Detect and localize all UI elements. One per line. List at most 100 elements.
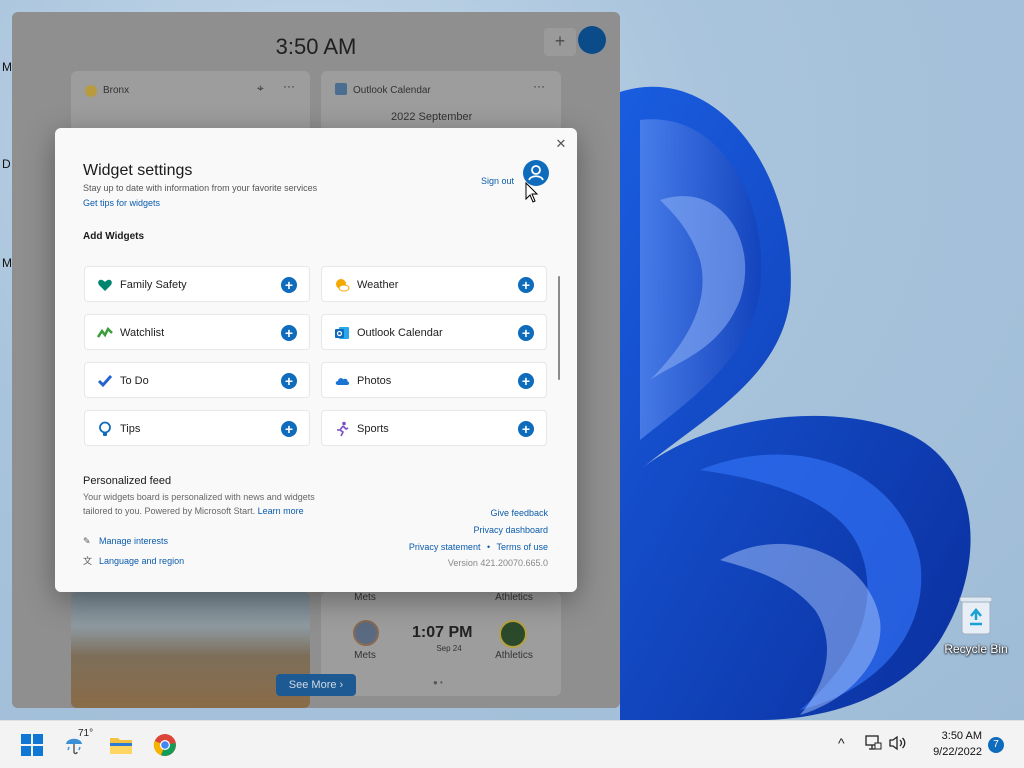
- sun-cloud-icon: [336, 279, 350, 292]
- sports-game-time: 1:07 PM: [412, 624, 473, 641]
- calendar-card-title: Outlook Calendar: [353, 85, 431, 96]
- privacy-statement-link[interactable]: Privacy statement: [409, 542, 481, 552]
- volume-icon[interactable]: [888, 734, 908, 755]
- weather-card[interactable]: Bronx ⌖ ···: [71, 71, 310, 131]
- calendar-month: 2022 September: [391, 111, 473, 123]
- chrome-icon: [153, 734, 176, 756]
- privacy-dashboard-link[interactable]: Privacy dashboard: [473, 525, 548, 535]
- close-button[interactable]: ✕: [553, 136, 569, 152]
- sports-team-left: Mets: [354, 592, 376, 603]
- add-to-do-button[interactable]: To Do +: [84, 362, 310, 398]
- pencil-icon: ✎: [83, 536, 91, 546]
- weather-icon: [85, 85, 97, 97]
- scrollbar[interactable]: [558, 276, 560, 380]
- add-weather-button[interactable]: Weather +: [321, 266, 547, 302]
- dialog-subtitle: Stay up to date with information from yo…: [83, 183, 318, 193]
- plus-icon: +: [518, 373, 534, 389]
- notification-badge[interactable]: 7: [988, 737, 1004, 753]
- windows-logo-icon: [21, 734, 43, 756]
- clock-date[interactable]: 9/22/2022: [912, 746, 982, 758]
- plus-icon: +: [518, 421, 534, 437]
- recycle-bin-label: Recycle Bin: [944, 642, 1008, 656]
- sports-card[interactable]: Mets Athletics 1:07 PM Sep 24 Mets Athle…: [321, 592, 561, 696]
- plus-icon: +: [281, 421, 297, 437]
- athletics-logo: [499, 620, 527, 648]
- chevron-up-icon[interactable]: ^: [838, 735, 845, 751]
- widget-label: Weather: [357, 279, 399, 291]
- translate-icon: 文: [83, 556, 93, 566]
- learn-more-link[interactable]: Learn more: [258, 506, 304, 516]
- personalized-feed-description: Your widgets board is personalized with …: [83, 492, 315, 516]
- stock-chart-icon: [97, 326, 113, 338]
- sports-team-left: Mets: [354, 650, 376, 661]
- add-widget-plus-button[interactable]: +: [544, 28, 576, 56]
- mouse-cursor-icon: [525, 181, 539, 209]
- sports-team-right: Athletics: [495, 650, 533, 661]
- widget-label: Outlook Calendar: [357, 327, 443, 339]
- lightbulb-icon: [99, 421, 111, 436]
- add-sports-button[interactable]: Sports +: [321, 410, 547, 446]
- pin-icon[interactable]: ⌖: [257, 81, 264, 96]
- manage-interests-link[interactable]: ✎ Manage interests: [83, 536, 168, 547]
- board-time: 3:50 AM: [275, 34, 357, 59]
- add-family-safety-button[interactable]: Family Safety +: [84, 266, 310, 302]
- heart-icon: [98, 279, 112, 291]
- add-outlook-calendar-button[interactable]: Outlook Calendar +: [321, 314, 547, 350]
- news-image-card[interactable]: [71, 592, 310, 708]
- weather-card-location: Bronx: [103, 85, 130, 96]
- desktop-edge-letter: D: [2, 157, 11, 171]
- legal-links: Privacy statement • Terms of use: [409, 542, 548, 552]
- widget-settings-dialog: ✕ Widget settings Stay up to date with i…: [55, 128, 577, 592]
- outlook-icon: [335, 83, 347, 95]
- sports-game-date: Sep 24: [436, 644, 462, 653]
- plus-icon: +: [518, 325, 534, 341]
- pager-dots[interactable]: ● •: [433, 678, 443, 687]
- version-text: Version 421.20070.665.0: [447, 558, 548, 568]
- add-watchlist-button[interactable]: Watchlist +: [84, 314, 310, 350]
- tips-link[interactable]: Get tips for widgets: [83, 198, 160, 208]
- plus-icon: +: [281, 373, 297, 389]
- add-tips-button[interactable]: Tips +: [84, 410, 310, 446]
- link-separator: •: [486, 542, 491, 552]
- chrome-button[interactable]: [153, 733, 177, 757]
- terms-of-use-link[interactable]: Terms of use: [496, 542, 548, 552]
- sports-team-right: Athletics: [495, 592, 533, 603]
- personalized-feed-heading: Personalized feed: [83, 475, 172, 487]
- language-region-link[interactable]: 文 Language and region: [83, 554, 184, 567]
- add-photos-button[interactable]: Photos +: [321, 362, 547, 398]
- desktop-edge-letter: M: [2, 60, 12, 74]
- checkmark-icon: [97, 375, 113, 388]
- calendar-card[interactable]: Outlook Calendar ··· 2022 September: [321, 71, 561, 131]
- board-avatar[interactable]: [578, 26, 606, 54]
- weather-temperature: 71°: [78, 728, 94, 739]
- start-button[interactable]: [20, 733, 44, 757]
- mets-logo: [353, 620, 379, 646]
- more-options-icon[interactable]: ···: [283, 79, 295, 93]
- file-explorer-button[interactable]: [109, 733, 133, 757]
- give-feedback-link[interactable]: Give feedback: [490, 508, 548, 518]
- plus-icon: +: [518, 277, 534, 293]
- widget-label: Sports: [357, 423, 389, 435]
- widget-label: Tips: [120, 423, 141, 435]
- widget-label: Family Safety: [120, 279, 187, 291]
- plus-icon: +: [281, 325, 297, 341]
- desktop-edge-letter: M: [2, 256, 12, 270]
- clock-time[interactable]: 3:50 AM: [922, 730, 982, 742]
- runner-icon: [337, 421, 349, 437]
- recycle-bin-icon: [959, 594, 993, 636]
- widget-label: Photos: [357, 375, 392, 387]
- cloud-icon: [335, 378, 350, 385]
- see-more-button[interactable]: See More ›: [276, 674, 356, 696]
- outlook-icon: [335, 327, 349, 339]
- widget-label: Watchlist: [120, 327, 165, 339]
- folder-icon: [110, 738, 132, 754]
- taskbar: 71° ^ 3:50 AM 9/22/2022 7: [0, 720, 1024, 768]
- dialog-title: Widget settings: [83, 162, 193, 179]
- more-options-icon[interactable]: ···: [533, 79, 545, 93]
- network-icon[interactable]: [864, 734, 882, 755]
- widget-label: To Do: [120, 375, 149, 387]
- sign-out-link[interactable]: Sign out: [481, 176, 514, 186]
- add-widgets-heading: Add Widgets: [83, 231, 145, 242]
- recycle-bin-shortcut[interactable]: Recycle Bin: [944, 594, 1008, 656]
- plus-icon: +: [281, 277, 297, 293]
